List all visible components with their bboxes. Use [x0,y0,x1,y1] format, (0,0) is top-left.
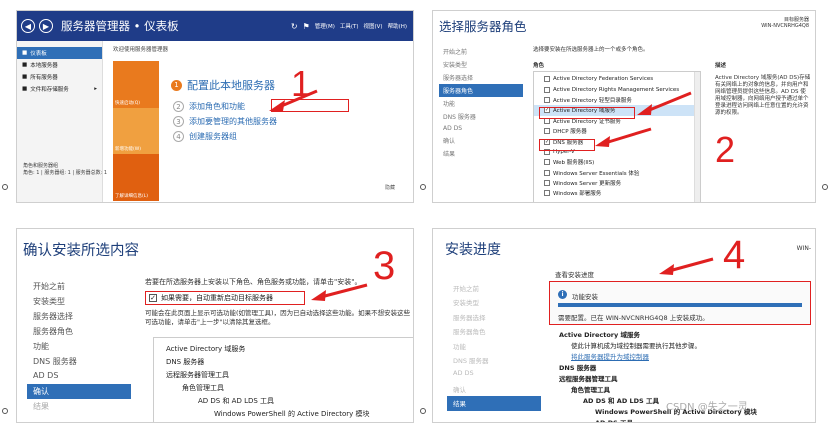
annotation-arrow [659,257,714,275]
edge-dot [2,184,8,190]
confirm-installation-panel: 确认安装所选内容 开始之前 安装类型 服务器选择 服务器角色 功能 DNS 服务器 AD D… [16,228,414,423]
installation-progress-panel: 安装进度 WIN- 开始之前 安装类型 服务器选择 服务器角色 功能 DNS 服务器 AD … [432,228,816,423]
edge-dot [420,184,426,190]
edge-dot [420,408,426,414]
watermark: CSDN @失之一灵 [666,402,748,413]
edge-dot [822,184,828,190]
annotation-arrow [595,91,692,147]
server-manager-dashboard-panel: ◀ ▶ 服务器管理器 • 仪表板 ↻ ⚑ 管理(M) 工具(T) 视图(V) 帮助(H… [16,10,414,203]
annotation-arrow [269,89,318,111]
annotation-arrow [311,283,368,301]
edge-dot [2,408,8,414]
select-server-roles-panel: 选择服务器角色 目标服务器 WIN-NVCNRHG4Q8 开始之前 安装类型 服务器… [432,10,816,203]
